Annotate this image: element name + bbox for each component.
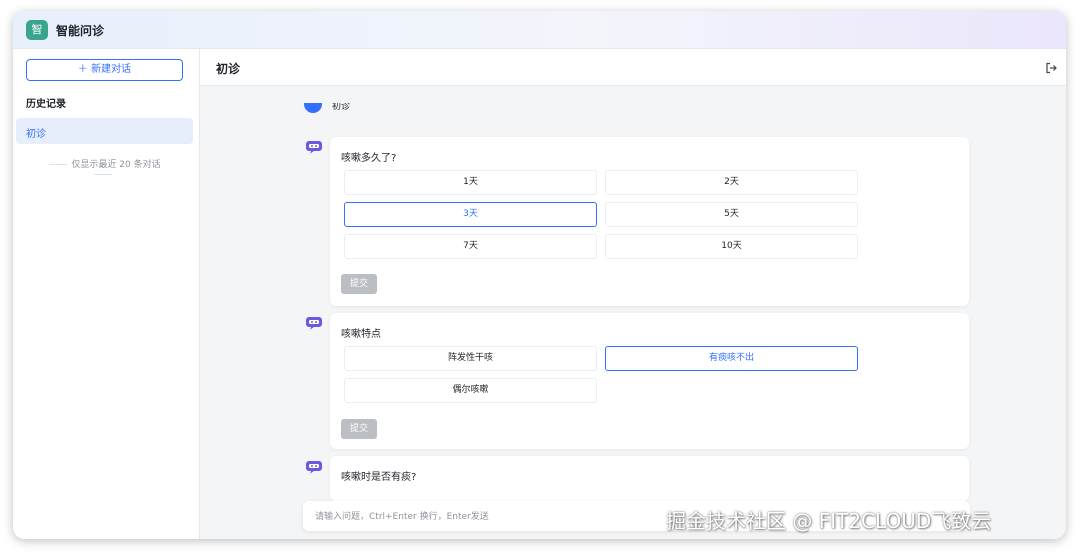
- submit-button[interactable]: 提交: [341, 274, 377, 294]
- robot-icon: [306, 317, 322, 330]
- question-card: 咳嗽多久了? 1天 2天 3天 5天 7天 10天 提交: [330, 137, 969, 306]
- watermark: 掘金技术社区 @ FIT2CLOUD飞致云: [666, 509, 992, 533]
- question-text: 咳嗽特点: [341, 329, 381, 340]
- top-bar: 智 智能问诊: [13, 11, 1066, 49]
- option-button[interactable]: 5天: [605, 202, 858, 227]
- question-text: 咳嗽多久了?: [341, 153, 397, 164]
- app-title: 智能问诊: [56, 24, 105, 38]
- robot-icon: [306, 141, 322, 154]
- option-button[interactable]: 10天: [605, 234, 858, 259]
- history-item-label: 初诊: [26, 129, 46, 140]
- option-button[interactable]: 2天: [605, 170, 858, 195]
- question-card: 咳嗽特点 阵发性干咳 有痰咳不出 偶尔咳嗽 提交: [330, 313, 969, 449]
- page-title: 初诊: [216, 62, 241, 76]
- option-button-selected[interactable]: 3天: [344, 202, 597, 227]
- robot-icon: [306, 461, 322, 474]
- sidebar: ＋ 新建对话 历史记录 初诊 仅显示最近 20 条对话: [13, 49, 200, 539]
- option-button[interactable]: 偶尔咳嗽: [344, 378, 597, 403]
- user-message: 初诊: [332, 102, 351, 112]
- option-button[interactable]: 7天: [344, 234, 597, 259]
- option-button[interactable]: 1天: [344, 170, 597, 195]
- user-avatar: [304, 103, 322, 113]
- new-chat-button[interactable]: ＋ 新建对话: [26, 59, 183, 81]
- option-button[interactable]: 阵发性干咳: [344, 346, 597, 371]
- app-window: 智 智能问诊 ＋ 新建对话 历史记录 初诊 仅显示最近 20 条对话 初诊 初诊: [13, 11, 1066, 539]
- logout-icon[interactable]: [1045, 62, 1057, 74]
- chat-panel: 初诊 初诊 咳嗽多久了? 1天 2天 3天 5天 7天 10天 提交 咳嗽特点 …: [200, 49, 1066, 539]
- app-logo: 智: [26, 20, 48, 40]
- history-title: 历史记录: [26, 99, 66, 110]
- history-item[interactable]: 初诊: [16, 118, 193, 144]
- submit-button[interactable]: 提交: [341, 419, 377, 439]
- question-card: 咳嗽时是否有痰?: [330, 456, 969, 501]
- history-note: 仅显示最近 20 条对话: [33, 157, 173, 180]
- chat-header: 初诊: [200, 49, 1066, 86]
- question-text: 咳嗽时是否有痰?: [341, 472, 417, 483]
- option-button-selected[interactable]: 有痰咳不出: [605, 346, 858, 371]
